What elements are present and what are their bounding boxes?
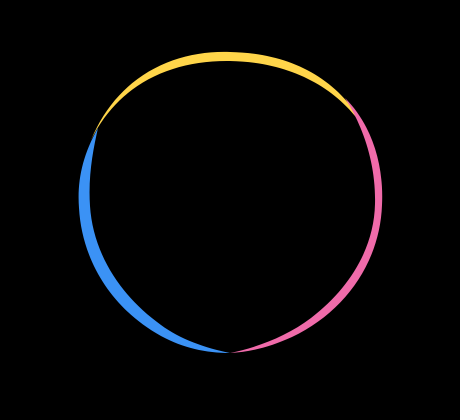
loader-stage	[0, 0, 460, 420]
tricolor-ring-loader-icon	[78, 51, 383, 353]
blue-arc	[78, 128, 230, 353]
pink-arc	[230, 98, 383, 353]
yellow-arc	[91, 51, 371, 140]
